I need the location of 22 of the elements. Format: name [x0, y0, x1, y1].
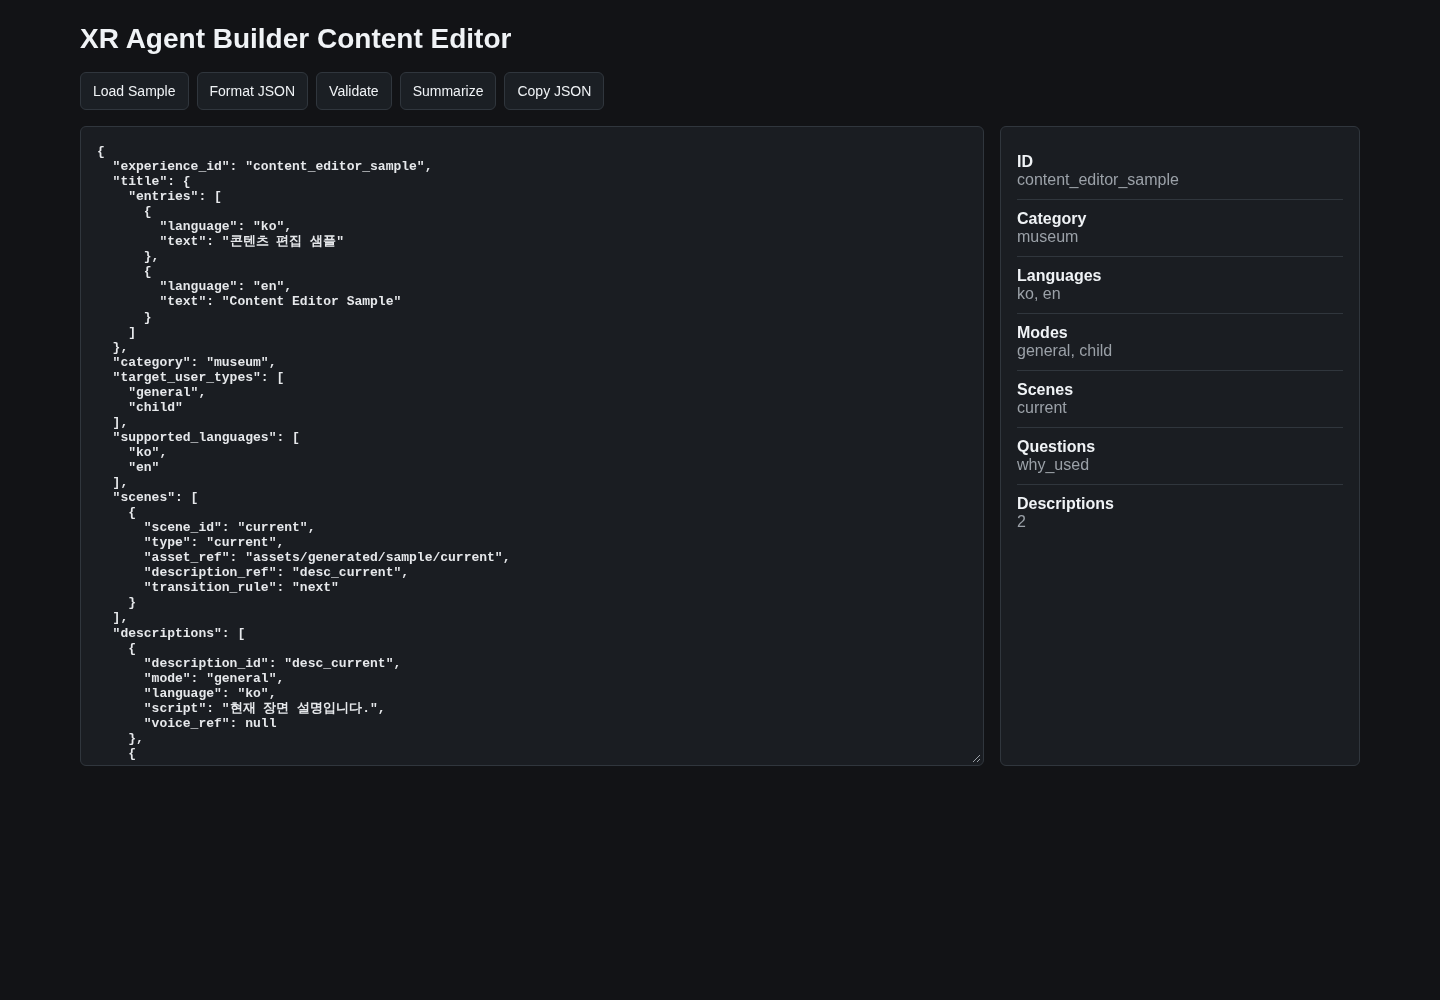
summary-value: current — [1017, 399, 1067, 417]
summary-label: ID — [1017, 153, 1033, 171]
summary-value: why_used — [1017, 456, 1090, 474]
summary-value: 2 — [1017, 513, 1026, 531]
summary-value: content_editor_sample — [1017, 171, 1179, 189]
json-editor-field[interactable]: { "experience_id": "content_editor_sample", "title": { "entries": [ { "language": "ko", "text": "콘텐츠 편집 샘플" }, { "language": "en", "text": "Content Editor Sample" } ] }, "category": "museum", "target_user_types": [ "general", "child" ], "supported_languages": [ "ko", "en" ], "scenes": [ { "scene_id": "current", "type": "current", "asset_ref": "assets/generated/sample/current", "description_ref": "desc_current", "transition_rule": "next" } ], "descriptions": [ { "description_id": "desc_current", "mode": "general", "language": "ko", "script": "현재 장면 설명입니다.", "voice_ref": null }, { — [80, 126, 984, 766]
summary-value: ko, en — [1017, 285, 1061, 303]
summary-label: Languages — [1017, 267, 1102, 285]
summary-label: Descriptions — [1017, 495, 1114, 513]
toolbar-button[interactable]: Load Sample — [80, 72, 189, 110]
toolbar-button[interactable]: Copy JSON — [504, 72, 605, 110]
toolbar-button[interactable]: Validate — [316, 72, 392, 110]
toolbar-button[interactable]: Summarize — [399, 72, 497, 110]
page-title: XR Agent Builder Content Editor — [80, 22, 512, 56]
toolbar-button[interactable]: Format JSON — [196, 72, 309, 110]
summary-label: Category — [1017, 210, 1087, 228]
summary-value: general, child — [1017, 342, 1113, 360]
summary-label: Scenes — [1017, 381, 1074, 399]
resize-handle-icon[interactable] — [972, 754, 981, 763]
summary-value: museum — [1017, 228, 1079, 246]
summary-label: Questions — [1017, 438, 1096, 456]
summary-label: Modes — [1017, 324, 1068, 342]
